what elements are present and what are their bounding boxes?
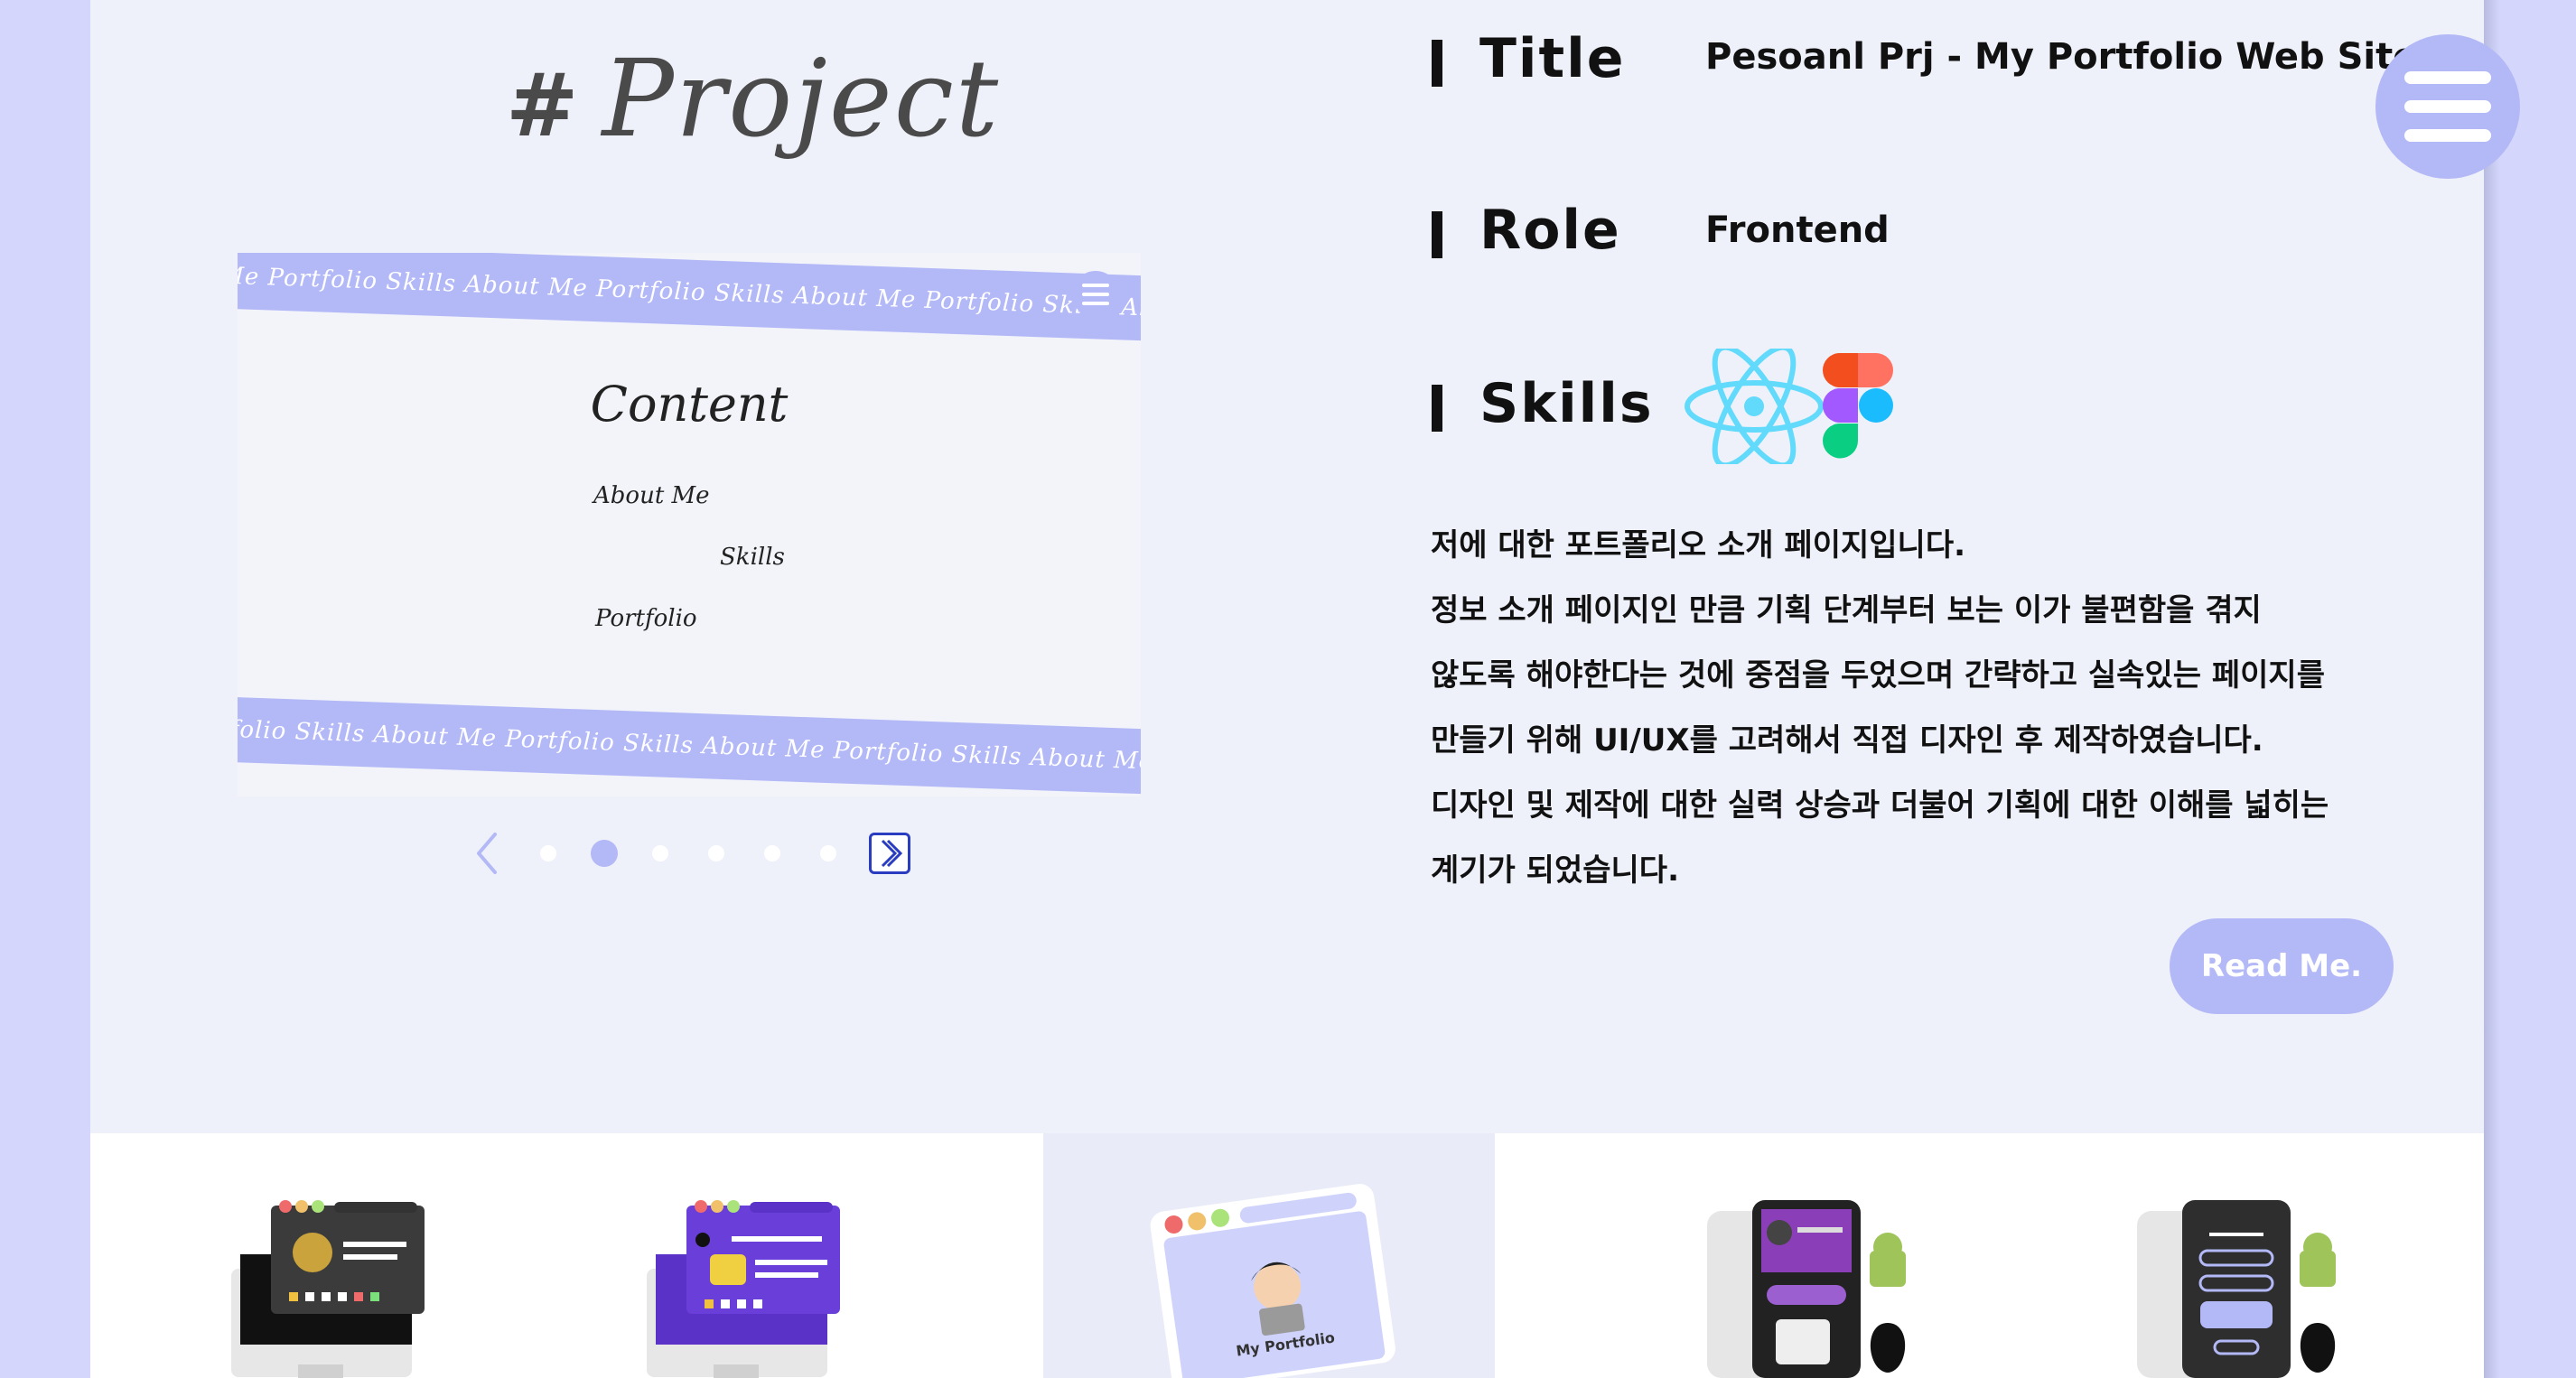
- preview-ribbon-top: Me Portfolio Skills About Me Portfolio S…: [238, 253, 1141, 342]
- thumbnail-mobile-purple[interactable]: [1698, 1133, 1933, 1378]
- project-heading-hash: #: [506, 55, 581, 156]
- carousel-dot-5[interactable]: [764, 845, 780, 861]
- preview-menu-icon: [1072, 271, 1119, 318]
- menu-button[interactable]: [2375, 34, 2520, 179]
- react-icon: [1685, 349, 1824, 464]
- title-value: Pesoanl Prj - My Portfolio Web Site: [1705, 36, 2418, 78]
- carousel-dot-1[interactable]: [540, 845, 556, 861]
- project-heading-text: Project: [602, 36, 1001, 161]
- chevron-right-icon: [881, 839, 903, 868]
- carousel-next-button[interactable]: [869, 833, 910, 874]
- hamburger-line: [2404, 71, 2491, 84]
- thumbnail-portfolio[interactable]: My Portfolio: [1147, 1133, 1400, 1378]
- role-label: Role: [1479, 199, 1621, 262]
- project-preview[interactable]: Me Portfolio Skills About Me Portfolio S…: [238, 253, 1141, 796]
- description-line-6: 계기가 되었습니다.: [1431, 852, 1679, 889]
- thumbnail-web-purple[interactable]: [641, 1133, 849, 1378]
- preview-link-about: About Me: [593, 482, 710, 509]
- carousel-dot-2[interactable]: [591, 840, 618, 867]
- read-me-button[interactable]: Read Me.: [2170, 918, 2394, 1014]
- project-description: 저에 대한 포트폴리오 소개 페이지입니다. 정보 소개 페이지인 만큼 기획 …: [1431, 513, 2352, 903]
- description-line-5: 디자인 및 제작에 대한 실력 상승과 더불어 기획에 대한 이해를 넓히는: [1431, 787, 2329, 824]
- project-heading: # Project: [506, 36, 1000, 161]
- preview-link-skills: Skills: [720, 544, 785, 571]
- figma-icon: [1823, 353, 1893, 459]
- description-line-3: 않도록 해야한다는 것에 중점을 두었으며 간략하고 실속있는 페이지를: [1431, 657, 2325, 694]
- role-marker: [1432, 211, 1442, 258]
- skills-label: Skills: [1479, 372, 1654, 435]
- title-marker: [1432, 40, 1442, 87]
- thumbnail-web-dark[interactable]: [226, 1133, 434, 1378]
- thumbnail-mobile-dark[interactable]: [2128, 1133, 2363, 1378]
- title-label: Title: [1479, 27, 1626, 90]
- description-line-1: 저에 대한 포트폴리오 소개 페이지입니다.: [1431, 527, 1966, 563]
- skills-marker: [1432, 385, 1442, 432]
- carousel-prev-icon[interactable]: [471, 831, 502, 876]
- carousel-dot-6[interactable]: [820, 845, 836, 861]
- carousel-dot-4[interactable]: [708, 845, 724, 861]
- panel-shadow: [2484, 0, 2500, 1378]
- role-value: Frontend: [1705, 209, 1890, 251]
- description-line-4: 만들기 위해 UI/UX를 고려해서 직접 디자인 후 제작하였습니다.: [1431, 722, 2263, 759]
- preview-ribbon-bottom: tfolio Skills About Me Portfolio Skills …: [238, 696, 1141, 796]
- preview-link-portfolio: Portfolio: [595, 605, 697, 632]
- description-line-2: 정보 소개 페이지인 만큼 기획 단계부터 보는 이가 불편함을 겪지: [1431, 592, 2262, 628]
- carousel-dot-3[interactable]: [652, 845, 668, 861]
- preview-title: Content: [590, 376, 789, 433]
- hamburger-line: [2404, 100, 2491, 113]
- hamburger-line: [2404, 129, 2491, 142]
